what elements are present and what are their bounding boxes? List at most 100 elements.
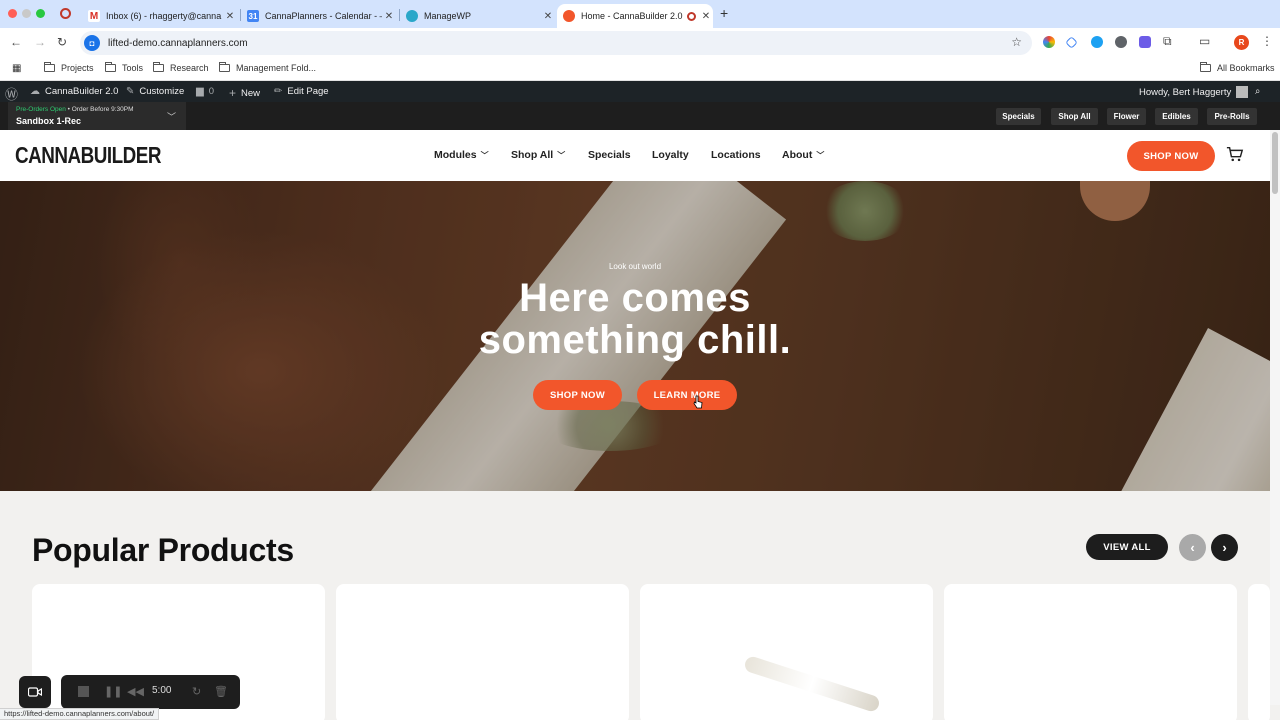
folder-icon [219, 62, 230, 72]
wordpress-logo-icon[interactable]: Ⓦ [5, 84, 18, 103]
folder-icon [105, 62, 116, 72]
extensions-puzzle-icon[interactable]: ⧉ [1163, 34, 1172, 49]
bookmark-star-icon[interactable]: ☆ [1011, 35, 1022, 49]
reload-icon[interactable]: ↻ [57, 35, 67, 49]
wp-edit-page[interactable]: ✏ Edit Page [274, 86, 329, 97]
nav-locations[interactable]: Locations [711, 149, 761, 161]
tab-managewp[interactable]: ManageWP ✕ [400, 4, 555, 28]
browser-menu-icon[interactable]: ⋮ [1261, 34, 1273, 48]
extension-square-icon[interactable] [1139, 36, 1151, 48]
tab-title: Home - CannaBuilder 2.0 [581, 11, 683, 21]
popular-products-title: Popular Products [32, 532, 294, 568]
chip-specials[interactable]: Specials [996, 108, 1041, 125]
chip-pre-rolls[interactable]: Pre-Rolls [1207, 108, 1257, 125]
tab-title: ManageWP [424, 11, 472, 21]
hero-shop-now-button[interactable]: SHOP NOW [533, 380, 622, 410]
view-all-button[interactable]: VIEW ALL [1086, 534, 1168, 560]
hero-headline-line1: Here comes [519, 276, 751, 320]
hero-learn-more-button[interactable]: LEARN MORE [637, 380, 737, 410]
bookmark-label: Management Fold... [236, 63, 317, 73]
maximize-window-icon[interactable] [36, 9, 45, 18]
tab-calendar[interactable]: 31 CannaPlanners - Calendar - – ✕ [241, 4, 396, 28]
site-logo[interactable]: CANNABUILDER [15, 142, 162, 169]
chip-shop-all[interactable]: Shop All [1051, 108, 1098, 125]
extension-color-icon[interactable] [1043, 36, 1055, 48]
wp-new[interactable]: + New [229, 86, 260, 100]
nav-about[interactable]: About ﹀ [782, 149, 824, 161]
bookmark-folder-management[interactable]: Management Fold... [219, 62, 317, 73]
nav-shop-all[interactable]: Shop All ﹀ [511, 149, 565, 161]
close-tab-icon[interactable]: ✕ [382, 11, 396, 22]
trash-icon[interactable]: 🗑 [214, 685, 228, 698]
drive-extension-icon[interactable] [1065, 36, 1078, 49]
side-panel-icon[interactable]: ▭ [1199, 34, 1210, 48]
store-selector[interactable]: Pre-Orders Open • Order Before 9:30PM Sa… [8, 102, 186, 130]
nav-specials[interactable]: Specials [588, 149, 631, 161]
tab-cannabuilder-active[interactable]: Home - CannaBuilder 2.0 ✕ [557, 4, 713, 28]
close-tab-icon[interactable]: ✕ [699, 11, 713, 22]
bookmark-folder-projects[interactable]: Projects [44, 62, 94, 73]
site-info-icon[interactable]: ◘ [84, 35, 100, 51]
store-bar: Pre-Orders Open • Order Before 9:30PM Sa… [0, 102, 1280, 130]
address-bar[interactable]: ◘ lifted-demo.cannaplanners.com ☆ [80, 31, 1032, 55]
hero-headline-line2: something chill. [478, 318, 792, 362]
header-shop-now-button[interactable]: SHOP NOW [1127, 141, 1215, 171]
bookmark-label: Projects [61, 63, 94, 73]
cart-icon[interactable] [1226, 145, 1244, 163]
wp-comments[interactable]: ▆ 0 [196, 86, 214, 97]
tab-gmail[interactable]: M Inbox (6) - rhaggerty@canna ✕ [82, 4, 237, 28]
page-scrollbar[interactable] [1270, 130, 1280, 705]
product-card[interactable] [1248, 584, 1270, 720]
recording-icon [687, 11, 696, 21]
new-tab-icon[interactable]: + [720, 5, 728, 21]
camera-toggle-button[interactable] [19, 676, 51, 708]
close-tab-icon[interactable]: ✕ [223, 11, 237, 22]
scrollbar-thumb[interactable] [1272, 132, 1278, 194]
restart-icon[interactable]: ↻ [192, 685, 201, 698]
minimize-window-icon[interactable] [22, 9, 31, 18]
url-text: lifted-demo.cannaplanners.com [108, 37, 248, 49]
forward-icon[interactable]: → [34, 35, 46, 49]
pause-icon[interactable]: ❚❚ [104, 685, 122, 698]
folder-icon [1200, 62, 1211, 72]
wp-new-label: New [241, 87, 261, 99]
bookmark-folder-tools[interactable]: Tools [105, 62, 143, 73]
chip-edibles[interactable]: Edibles [1155, 108, 1198, 125]
product-card[interactable] [944, 584, 1237, 720]
store-status-open: Pre-Orders Open [16, 106, 66, 113]
nav-label: Shop All [511, 149, 554, 161]
stop-icon[interactable] [78, 686, 89, 697]
wp-site-name-label: CannaBuilder 2.0 [45, 86, 119, 97]
close-window-icon[interactable] [8, 9, 17, 18]
all-bookmarks[interactable]: All Bookmarks [1200, 62, 1275, 73]
wp-account[interactable]: Howdy, Bert Haggerty [1139, 86, 1249, 98]
nav-modules[interactable]: Modules ﹀ [434, 149, 489, 161]
bookmark-folder-research[interactable]: Research [153, 62, 209, 73]
profile-avatar[interactable]: R [1234, 35, 1249, 50]
wp-edit-page-label: Edit Page [287, 86, 329, 97]
recording-icon [60, 8, 71, 19]
carousel-next-icon[interactable]: › [1211, 534, 1238, 561]
back-icon[interactable]: ← [10, 35, 22, 49]
nav-label: About [782, 149, 813, 161]
screen-recorder-controls: ❚❚ ◀◀ 5:00 ↻ 🗑 [61, 675, 240, 709]
wp-customize[interactable]: ✎ Customize [126, 86, 184, 97]
wp-site-name[interactable]: ☁ CannaBuilder 2.0 [30, 86, 118, 97]
wp-howdy-label: Howdy, Bert Haggerty [1139, 86, 1232, 98]
nav-loyalty[interactable]: Loyalty [652, 149, 689, 161]
bookmark-label: Research [170, 63, 209, 73]
close-tab-icon[interactable]: ✕ [541, 11, 555, 22]
chip-flower[interactable]: Flower [1107, 108, 1146, 125]
carousel-prev-icon[interactable]: ‹ [1179, 534, 1206, 561]
recording-timer: 5:00 [152, 685, 172, 696]
search-icon[interactable]: ⌕ [1255, 86, 1260, 97]
rewind-icon[interactable]: ◀◀ [127, 685, 144, 698]
extension-c-icon[interactable] [1091, 36, 1103, 48]
cannabuilder-icon [563, 10, 575, 22]
extension-gear-icon[interactable] [1115, 36, 1127, 48]
apps-grid-icon[interactable]: ▦ [12, 63, 21, 74]
product-card[interactable] [336, 584, 629, 720]
status-bar-url: https://lifted-demo.cannaplanners.com/ab… [0, 708, 160, 720]
store-name: Sandbox 1-Rec [16, 116, 82, 126]
product-card[interactable] [640, 584, 933, 720]
